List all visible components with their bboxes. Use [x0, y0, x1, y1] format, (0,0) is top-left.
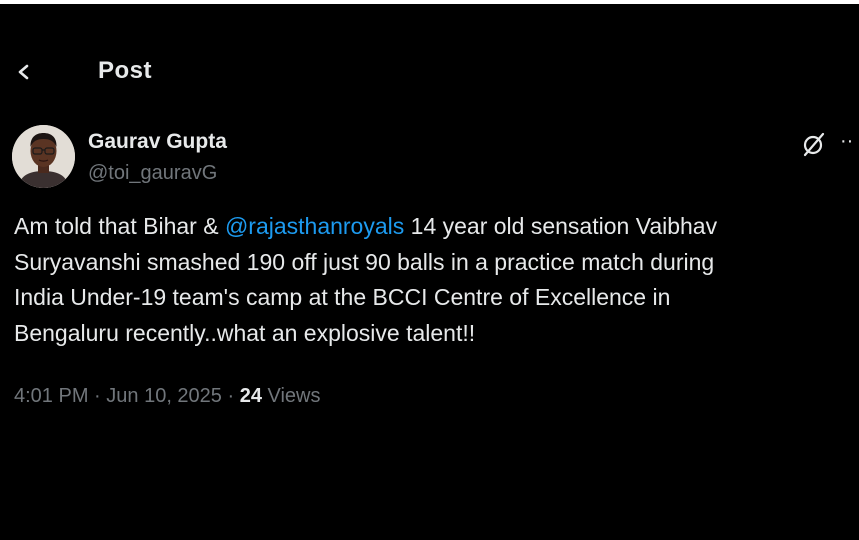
tweet-meta: 4:01 PM · Jun 10, 2025 · 24 Views [14, 382, 321, 410]
tweet-date[interactable]: Jun 10, 2025 [106, 385, 222, 407]
arrow-left-icon [18, 64, 29, 80]
author-handle[interactable]: @toi_gauravG [88, 159, 217, 187]
more-dots-icon: ·· [840, 133, 854, 152]
grok-button[interactable] [800, 130, 828, 158]
tweet-text-part1: Am told that Bihar & [14, 213, 225, 239]
more-options-button[interactable]: ·· [840, 133, 859, 153]
post-page: Post Gaurav Gupta @toi_gauravG ·· Am tol… [0, 0, 859, 540]
views-label: Views [261, 385, 321, 407]
top-divider [0, 0, 859, 4]
post-header: Post [0, 52, 859, 82]
grok-slash-icon [803, 132, 825, 157]
page-title: Post [98, 57, 153, 82]
author-name[interactable]: Gaurav Gupta [88, 128, 227, 156]
meta-separator: · [88, 385, 107, 407]
avatar[interactable] [12, 125, 75, 188]
avatar-photo [12, 125, 75, 188]
tweet-time[interactable]: 4:01 PM [14, 385, 88, 407]
meta-separator: · [221, 385, 240, 407]
views-count[interactable]: 24 [240, 385, 262, 407]
back-button[interactable] [14, 62, 34, 82]
mention-link[interactable]: @rajasthanroyals [225, 213, 404, 239]
tweet-text: Am told that Bihar & @rajasthanroyals 14… [14, 209, 854, 351]
